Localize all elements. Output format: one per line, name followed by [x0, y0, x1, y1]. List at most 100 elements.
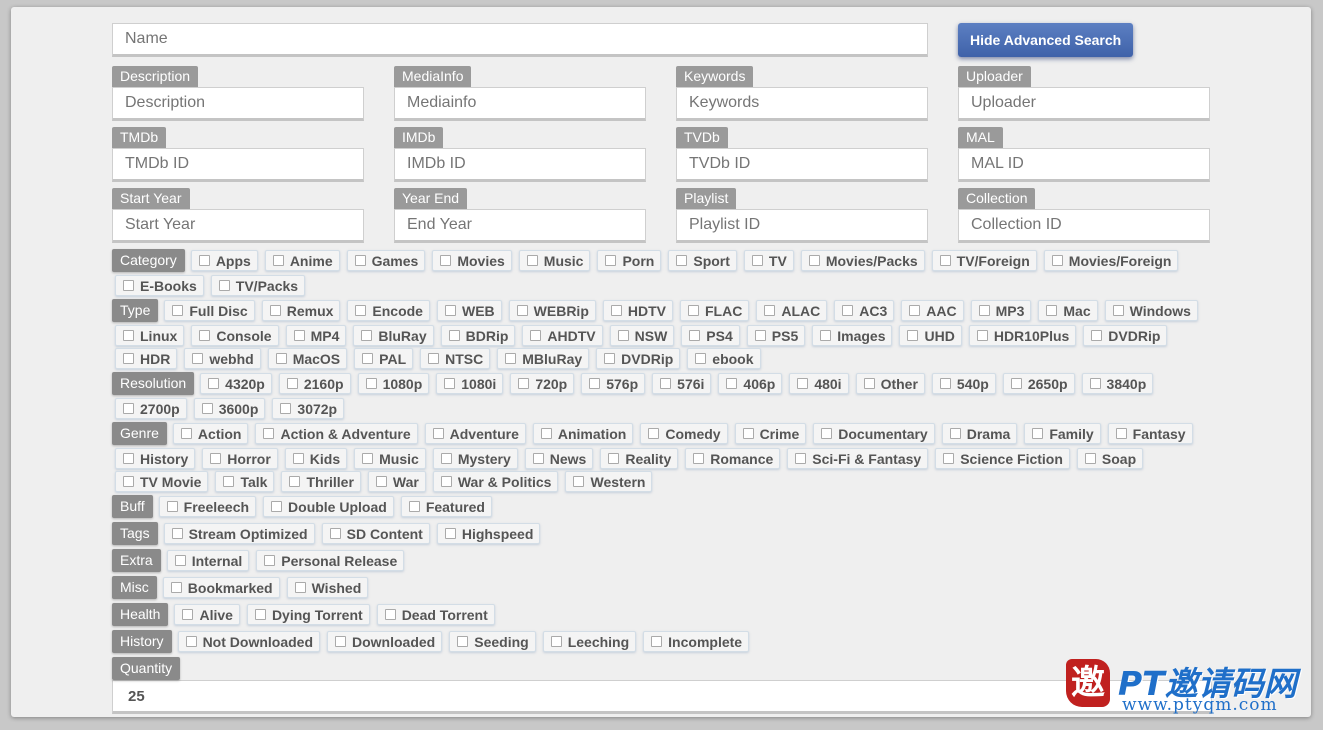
filter-option-genre-crime[interactable]: Crime — [734, 423, 807, 444]
filter-option-genre-tv-movie[interactable]: TV Movie — [115, 471, 209, 492]
filter-option-type-dvdrip[interactable]: DVDRip — [596, 348, 681, 369]
checkbox-icon[interactable] — [269, 305, 281, 316]
checkbox-icon[interactable] — [939, 378, 951, 389]
checkbox-icon[interactable] — [264, 555, 276, 566]
filter-option-buff-featured[interactable]: Featured — [400, 496, 492, 517]
filter-option-genre-mystery[interactable]: Mystery — [432, 448, 518, 469]
checkbox-icon[interactable] — [530, 330, 542, 341]
name-search-input[interactable] — [112, 23, 928, 57]
checkbox-icon[interactable] — [842, 305, 854, 316]
checkbox-icon[interactable] — [335, 636, 346, 647]
filter-option-type-nsw[interactable]: NSW — [609, 325, 675, 346]
checkbox-icon[interactable] — [978, 305, 990, 316]
checkbox-icon[interactable] — [573, 476, 585, 487]
description-input[interactable] — [112, 87, 364, 121]
checkbox-icon[interactable] — [444, 528, 456, 539]
checkbox-icon[interactable] — [355, 305, 367, 316]
filter-option-resolution-1080i[interactable]: 1080i — [436, 373, 504, 394]
filter-option-type-images[interactable]: Images — [812, 325, 893, 346]
checkbox-icon[interactable] — [286, 378, 298, 389]
filter-option-type-mbluray[interactable]: MBluRay — [497, 348, 590, 369]
filter-option-category-tv-packs[interactable]: TV/Packs — [210, 275, 306, 296]
filter-option-resolution-2650p[interactable]: 2650p — [1002, 373, 1075, 394]
filter-option-type-aac[interactable]: AAC — [901, 300, 964, 321]
filter-option-resolution-576p[interactable]: 576p — [581, 373, 646, 394]
checkbox-icon[interactable] — [408, 501, 420, 512]
checkbox-icon[interactable] — [676, 255, 688, 266]
filter-option-genre-fantasy[interactable]: Fantasy — [1107, 423, 1193, 444]
year-end-input[interactable] — [394, 209, 646, 243]
mediainfo-input[interactable] — [394, 87, 646, 121]
checkbox-icon[interactable] — [166, 501, 178, 512]
filter-option-type-pal[interactable]: PAL — [354, 348, 414, 369]
filter-option-health-dying-torrent[interactable]: Dying Torrent — [246, 604, 370, 625]
filter-option-genre-thriller[interactable]: Thriller — [281, 471, 361, 492]
filter-option-category-games[interactable]: Games — [346, 250, 426, 271]
checkbox-icon[interactable] — [660, 378, 672, 389]
collection-input[interactable] — [958, 209, 1210, 243]
filter-option-type-ebook[interactable]: ebook — [687, 348, 761, 369]
checkbox-icon[interactable] — [795, 453, 807, 464]
filter-option-category-porn[interactable]: Porn — [597, 250, 662, 271]
checkbox-icon[interactable] — [384, 609, 396, 620]
checkbox-icon[interactable] — [754, 330, 766, 341]
filter-option-resolution-2700p[interactable]: 2700p — [115, 398, 187, 419]
checkbox-icon[interactable] — [272, 255, 284, 266]
filter-option-resolution-406p[interactable]: 406p — [718, 373, 783, 394]
checkbox-icon[interactable] — [292, 453, 304, 464]
checkbox-icon[interactable] — [362, 353, 374, 364]
checkbox-icon[interactable] — [550, 636, 562, 647]
checkbox-icon[interactable] — [294, 582, 306, 593]
filter-option-type-full-disc[interactable]: Full Disc — [164, 300, 255, 321]
checkbox-icon[interactable] — [280, 403, 292, 414]
checkbox-icon[interactable] — [170, 582, 182, 593]
filter-option-buff-double-upload[interactable]: Double Upload — [263, 496, 394, 517]
filter-option-history-leeching[interactable]: Leeching — [542, 631, 637, 652]
filter-option-category-e-books[interactable]: E-Books — [115, 275, 204, 296]
checkbox-icon[interactable] — [605, 255, 617, 266]
checkbox-icon[interactable] — [440, 453, 452, 464]
checkbox-icon[interactable] — [540, 428, 552, 439]
checkbox-icon[interactable] — [329, 528, 341, 539]
filter-option-genre-adventure[interactable]: Adventure — [424, 423, 526, 444]
checkbox-icon[interactable] — [172, 305, 184, 316]
checkbox-icon[interactable] — [123, 476, 134, 487]
filter-option-extra-personal-release[interactable]: Personal Release — [256, 550, 405, 571]
filter-option-type-macos[interactable]: MacOS — [267, 348, 348, 369]
filter-option-history-seeding[interactable]: Seeding — [449, 631, 536, 652]
checkbox-icon[interactable] — [440, 255, 452, 266]
filter-option-genre-music[interactable]: Music — [354, 448, 426, 469]
filter-option-genre-reality[interactable]: Reality — [600, 448, 679, 469]
filter-option-genre-drama[interactable]: Drama — [941, 423, 1018, 444]
filter-option-resolution-576i[interactable]: 576i — [652, 373, 712, 394]
checkbox-icon[interactable] — [1010, 378, 1022, 389]
checkbox-icon[interactable] — [589, 378, 601, 389]
filter-option-resolution-3840p[interactable]: 3840p — [1081, 373, 1154, 394]
checkbox-icon[interactable] — [939, 255, 951, 266]
filter-option-type-hdr[interactable]: HDR — [115, 348, 178, 369]
filter-option-misc-bookmarked[interactable]: Bookmarked — [162, 577, 280, 598]
checkbox-icon[interactable] — [375, 476, 387, 487]
checkbox-icon[interactable] — [428, 353, 440, 364]
quantity-input[interactable]: 25 — [112, 680, 1212, 714]
checkbox-icon[interactable] — [198, 255, 210, 266]
checkbox-icon[interactable] — [516, 305, 528, 316]
checkbox-icon[interactable] — [362, 453, 374, 464]
filter-option-history-downloaded[interactable]: Downloaded — [327, 631, 443, 652]
checkbox-icon[interactable] — [1089, 378, 1101, 389]
filter-option-type-console[interactable]: Console — [191, 325, 279, 346]
filter-option-resolution-720p[interactable]: 720p — [510, 373, 575, 394]
checkbox-icon[interactable] — [1112, 305, 1124, 316]
checkbox-icon[interactable] — [293, 330, 305, 341]
filter-option-resolution-540p[interactable]: 540p — [931, 373, 996, 394]
filter-option-type-ps4[interactable]: PS4 — [681, 325, 740, 346]
checkbox-icon[interactable] — [695, 353, 707, 364]
checkbox-icon[interactable] — [208, 378, 220, 389]
checkbox-icon[interactable] — [688, 305, 699, 316]
filter-option-type-ps5[interactable]: PS5 — [746, 325, 806, 346]
filter-option-genre-animation[interactable]: Animation — [532, 423, 634, 444]
checkbox-icon[interactable] — [361, 330, 373, 341]
checkbox-icon[interactable] — [797, 378, 809, 389]
checkbox-icon[interactable] — [1046, 305, 1058, 316]
filter-option-type-hdr10plus[interactable]: HDR10Plus — [968, 325, 1077, 346]
